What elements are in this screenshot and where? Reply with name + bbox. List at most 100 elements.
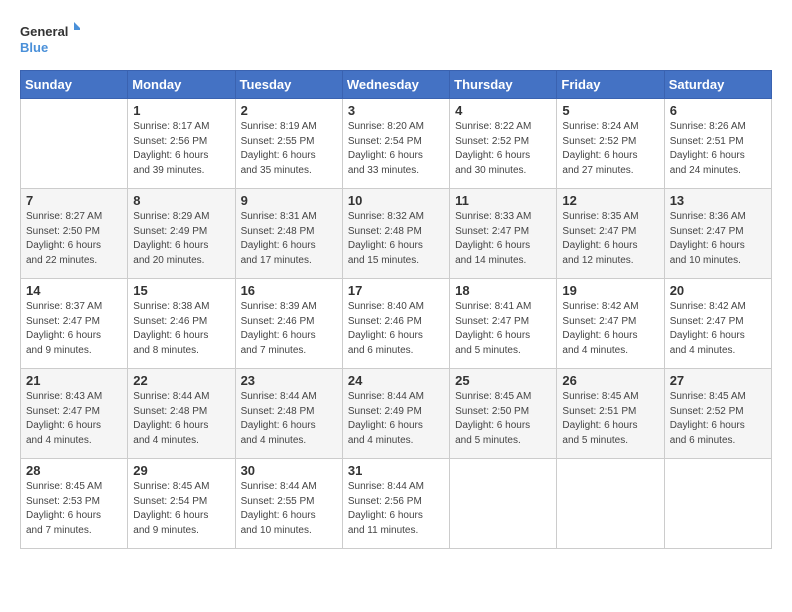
day-info: Sunrise: 8:20 AMSunset: 2:54 PMDaylight:… xyxy=(348,120,444,178)
day-number: 2 xyxy=(241,103,337,118)
day-info: Sunrise: 8:27 AMSunset: 2:50 PMDaylight:… xyxy=(26,210,122,268)
calendar-cell: 13 Sunrise: 8:36 AMSunset: 2:47 PMDayligh… xyxy=(664,189,771,279)
header-day: Monday xyxy=(128,71,235,99)
calendar-cell: 14 Sunrise: 8:37 AMSunset: 2:47 PMDayligh… xyxy=(21,279,128,369)
calendar-week-row: 7Sunrise: 8:27 AMSunset: 2:50 PMDaylight… xyxy=(21,189,772,279)
day-info: Sunrise: 8:44 AMSunset: 2:56 PMDaylight:… xyxy=(348,480,444,538)
calendar-cell: 29 Sunrise: 8:45 AMSunset: 2:54 PMDayligh… xyxy=(128,459,235,549)
calendar-cell: 30 Sunrise: 8:44 AMSunset: 2:55 PMDayligh… xyxy=(235,459,342,549)
day-number: 16 xyxy=(241,283,337,298)
calendar-cell: 16 Sunrise: 8:39 AMSunset: 2:46 PMDayligh… xyxy=(235,279,342,369)
day-number: 4 xyxy=(455,103,551,118)
day-number: 8 xyxy=(133,193,229,208)
logo: General Blue xyxy=(20,20,80,60)
calendar-cell: 26 Sunrise: 8:45 AMSunset: 2:51 PMDayligh… xyxy=(557,369,664,459)
day-number: 25 xyxy=(455,373,551,388)
header-day: Tuesday xyxy=(235,71,342,99)
day-info: Sunrise: 8:45 AMSunset: 2:52 PMDaylight:… xyxy=(670,390,766,448)
day-number: 15 xyxy=(133,283,229,298)
day-info: Sunrise: 8:45 AMSunset: 2:50 PMDaylight:… xyxy=(455,390,551,448)
calendar-cell xyxy=(450,459,557,549)
day-number: 28 xyxy=(26,463,122,478)
day-number: 19 xyxy=(562,283,658,298)
day-info: Sunrise: 8:42 AMSunset: 2:47 PMDaylight:… xyxy=(670,300,766,358)
day-number: 17 xyxy=(348,283,444,298)
calendar-cell: 10 Sunrise: 8:32 AMSunset: 2:48 PMDayligh… xyxy=(342,189,449,279)
calendar-week-row: 14 Sunrise: 8:37 AMSunset: 2:47 PMDayligh… xyxy=(21,279,772,369)
calendar-cell: 7Sunrise: 8:27 AMSunset: 2:50 PMDaylight… xyxy=(21,189,128,279)
svg-text:General: General xyxy=(20,24,68,39)
calendar-cell: 9Sunrise: 8:31 AMSunset: 2:48 PMDaylight… xyxy=(235,189,342,279)
day-info: Sunrise: 8:36 AMSunset: 2:47 PMDaylight:… xyxy=(670,210,766,268)
header-day: Thursday xyxy=(450,71,557,99)
calendar-cell xyxy=(557,459,664,549)
day-number: 30 xyxy=(241,463,337,478)
day-number: 3 xyxy=(348,103,444,118)
day-info: Sunrise: 8:24 AMSunset: 2:52 PMDaylight:… xyxy=(562,120,658,178)
day-number: 18 xyxy=(455,283,551,298)
calendar-cell: 31 Sunrise: 8:44 AMSunset: 2:56 PMDayligh… xyxy=(342,459,449,549)
day-number: 12 xyxy=(562,193,658,208)
calendar-cell: 24Sunrise: 8:44 AMSunset: 2:49 PMDayligh… xyxy=(342,369,449,459)
calendar-cell: 12 Sunrise: 8:35 AMSunset: 2:47 PMDayligh… xyxy=(557,189,664,279)
day-number: 1 xyxy=(133,103,229,118)
calendar-cell xyxy=(664,459,771,549)
calendar-week-row: 1 Sunrise: 8:17 AMSunset: 2:56 PMDaylight… xyxy=(21,99,772,189)
day-number: 21 xyxy=(26,373,122,388)
day-info: Sunrise: 8:26 AMSunset: 2:51 PMDaylight:… xyxy=(670,120,766,178)
day-info: Sunrise: 8:32 AMSunset: 2:48 PMDaylight:… xyxy=(348,210,444,268)
day-info: Sunrise: 8:39 AMSunset: 2:46 PMDaylight:… xyxy=(241,300,337,358)
header-day: Wednesday xyxy=(342,71,449,99)
day-info: Sunrise: 8:45 AMSunset: 2:51 PMDaylight:… xyxy=(562,390,658,448)
day-number: 27 xyxy=(670,373,766,388)
day-number: 10 xyxy=(348,193,444,208)
day-number: 23 xyxy=(241,373,337,388)
day-info: Sunrise: 8:41 AMSunset: 2:47 PMDaylight:… xyxy=(455,300,551,358)
day-info: Sunrise: 8:45 AMSunset: 2:54 PMDaylight:… xyxy=(133,480,229,538)
day-number: 20 xyxy=(670,283,766,298)
day-info: Sunrise: 8:43 AMSunset: 2:47 PMDaylight:… xyxy=(26,390,122,448)
day-info: Sunrise: 8:33 AMSunset: 2:47 PMDaylight:… xyxy=(455,210,551,268)
day-info: Sunrise: 8:38 AMSunset: 2:46 PMDaylight:… xyxy=(133,300,229,358)
calendar-cell: 15 Sunrise: 8:38 AMSunset: 2:46 PMDayligh… xyxy=(128,279,235,369)
day-number: 29 xyxy=(133,463,229,478)
calendar-cell: 6 Sunrise: 8:26 AMSunset: 2:51 PMDaylight… xyxy=(664,99,771,189)
day-info: Sunrise: 8:44 AMSunset: 2:49 PMDaylight:… xyxy=(348,390,444,448)
calendar-cell xyxy=(21,99,128,189)
calendar-cell: 27 Sunrise: 8:45 AMSunset: 2:52 PMDayligh… xyxy=(664,369,771,459)
day-info: Sunrise: 8:44 AMSunset: 2:48 PMDaylight:… xyxy=(241,390,337,448)
page-header: General Blue xyxy=(20,20,772,60)
day-number: 11 xyxy=(455,193,551,208)
calendar-cell: 1 Sunrise: 8:17 AMSunset: 2:56 PMDaylight… xyxy=(128,99,235,189)
day-number: 6 xyxy=(670,103,766,118)
day-info: Sunrise: 8:35 AMSunset: 2:47 PMDaylight:… xyxy=(562,210,658,268)
day-number: 26 xyxy=(562,373,658,388)
calendar-cell: 20 Sunrise: 8:42 AMSunset: 2:47 PMDayligh… xyxy=(664,279,771,369)
calendar-cell: 21 Sunrise: 8:43 AMSunset: 2:47 PMDayligh… xyxy=(21,369,128,459)
logo-svg: General Blue xyxy=(20,20,80,60)
day-number: 31 xyxy=(348,463,444,478)
day-info: Sunrise: 8:42 AMSunset: 2:47 PMDaylight:… xyxy=(562,300,658,358)
svg-text:Blue: Blue xyxy=(20,40,48,55)
day-number: 13 xyxy=(670,193,766,208)
calendar-cell: 3 Sunrise: 8:20 AMSunset: 2:54 PMDaylight… xyxy=(342,99,449,189)
day-number: 9 xyxy=(241,193,337,208)
calendar-cell: 22 Sunrise: 8:44 AMSunset: 2:48 PMDayligh… xyxy=(128,369,235,459)
day-info: Sunrise: 8:19 AMSunset: 2:55 PMDaylight:… xyxy=(241,120,337,178)
day-info: Sunrise: 8:40 AMSunset: 2:46 PMDaylight:… xyxy=(348,300,444,358)
day-number: 22 xyxy=(133,373,229,388)
day-info: Sunrise: 8:17 AMSunset: 2:56 PMDaylight:… xyxy=(133,120,229,178)
calendar-cell: 18 Sunrise: 8:41 AMSunset: 2:47 PMDayligh… xyxy=(450,279,557,369)
calendar-cell: 19 Sunrise: 8:42 AMSunset: 2:47 PMDayligh… xyxy=(557,279,664,369)
day-number: 14 xyxy=(26,283,122,298)
calendar-cell: 17 Sunrise: 8:40 AMSunset: 2:46 PMDayligh… xyxy=(342,279,449,369)
day-number: 5 xyxy=(562,103,658,118)
calendar-week-row: 28Sunrise: 8:45 AMSunset: 2:53 PMDayligh… xyxy=(21,459,772,549)
calendar-cell: 11 Sunrise: 8:33 AMSunset: 2:47 PMDayligh… xyxy=(450,189,557,279)
day-info: Sunrise: 8:44 AMSunset: 2:48 PMDaylight:… xyxy=(133,390,229,448)
calendar-cell: 2 Sunrise: 8:19 AMSunset: 2:55 PMDaylight… xyxy=(235,99,342,189)
day-info: Sunrise: 8:29 AMSunset: 2:49 PMDaylight:… xyxy=(133,210,229,268)
header-day: Sunday xyxy=(21,71,128,99)
day-info: Sunrise: 8:44 AMSunset: 2:55 PMDaylight:… xyxy=(241,480,337,538)
day-info: Sunrise: 8:37 AMSunset: 2:47 PMDaylight:… xyxy=(26,300,122,358)
